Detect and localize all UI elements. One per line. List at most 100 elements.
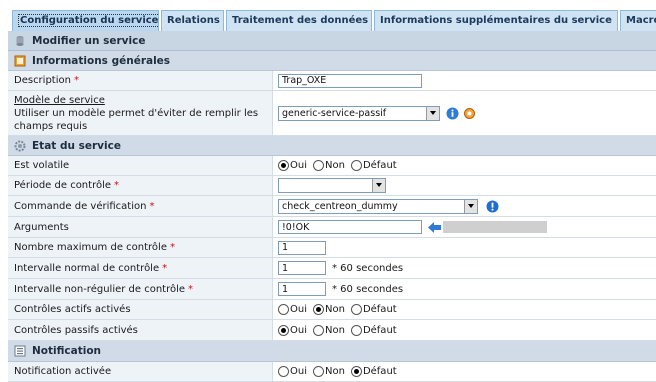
normal-interval-input[interactable] <box>278 261 326 275</box>
retry-interval-row: Intervalle non-régulier de contrôle* * 6… <box>8 279 656 300</box>
radio-label: Non <box>325 160 345 171</box>
required-mark: * <box>114 180 120 191</box>
tab-bar: Configuration du service Relations Trait… <box>0 0 656 31</box>
template-label-link[interactable]: Modèle de service <box>14 95 105 106</box>
retry-interval-input[interactable] <box>278 282 326 296</box>
section-notification-title: Notification <box>32 345 102 357</box>
radio-label: Oui <box>290 366 307 377</box>
radio-label: Non <box>325 324 345 336</box>
database-icon <box>16 35 24 46</box>
list-icon <box>14 345 26 357</box>
radio-label: Non <box>325 304 345 315</box>
check-period-select[interactable] <box>278 178 386 193</box>
notification-enabled-label: Notification activée <box>14 366 112 377</box>
notification-enabled-row: Notification activée Oui Non Défaut <box>8 362 656 382</box>
section-notification: Notification <box>8 341 656 362</box>
section-general-title: Informations générales <box>32 54 171 67</box>
tab-configuration-label: Configuration du service <box>18 14 159 27</box>
normal-interval-row: Intervalle normal de contrôle* * 60 seco… <box>8 258 656 279</box>
chevron-down-icon <box>464 199 477 213</box>
check-command-label: Commande de vérification <box>14 200 147 212</box>
radio-dot <box>278 304 289 315</box>
radio-dot <box>278 324 289 336</box>
form-title-text: Modifier un service <box>32 34 146 47</box>
active-checks-non-radio[interactable]: Non <box>313 304 345 315</box>
passive-checks-non-radio[interactable]: Non <box>313 324 345 336</box>
radio-label: Défaut <box>362 324 397 336</box>
passive-checks-oui-radio[interactable]: Oui <box>278 324 307 336</box>
template-select[interactable]: generic-service-passif <box>278 105 440 121</box>
gear-icon <box>14 140 26 151</box>
tab-macro-label: Macro <box>626 15 656 26</box>
required-mark: * <box>162 262 168 274</box>
radio-label: Défaut <box>362 366 397 377</box>
radio-dot <box>278 366 289 377</box>
radio-dot <box>278 160 289 171</box>
max-checks-row: Nombre maximum de contrôle * <box>8 238 656 258</box>
tab-macro[interactable]: Macro <box>620 10 656 31</box>
volatile-defaut-radio[interactable]: Défaut <box>350 160 397 171</box>
settings-icon[interactable] <box>463 107 476 120</box>
tab-relations-label: Relations <box>167 15 220 26</box>
service-form: Modifier un service Informations général… <box>8 31 656 382</box>
arrow-left-icon[interactable] <box>428 221 441 233</box>
description-label: Description <box>14 75 71 86</box>
arguments-label: Arguments <box>14 221 69 233</box>
tab-relations[interactable]: Relations <box>161 10 224 31</box>
volatile-non-radio[interactable]: Non <box>313 160 345 171</box>
radio-label: Défaut <box>362 160 397 171</box>
required-mark: * <box>149 200 155 212</box>
tab-extended-info-label: Informations supplémentaires du service <box>380 15 612 26</box>
tab-data-processing[interactable]: Traitement des données <box>226 10 372 31</box>
chevron-down-icon <box>426 106 439 120</box>
tab-extended-info[interactable]: Informations supplémentaires du service <box>374 10 618 31</box>
radio-dot <box>313 304 324 315</box>
radio-dot <box>350 324 362 336</box>
section-general: Informations générales <box>8 51 656 71</box>
notification-defaut-radio[interactable]: Défaut <box>350 366 397 377</box>
description-input[interactable] <box>278 73 422 88</box>
radio-label: Défaut <box>362 304 397 315</box>
retry-interval-label: Intervalle non-régulier de contrôle <box>14 283 186 295</box>
passive-checks-label: Contrôles passifs activés <box>14 324 138 336</box>
form-title: Modifier un service <box>8 31 656 50</box>
tab-configuration[interactable]: Configuration du service <box>12 10 159 31</box>
book-icon <box>14 55 26 66</box>
form-title-row: Modifier un service <box>8 31 656 51</box>
tab-data-processing-label: Traitement des données <box>232 15 369 26</box>
info-icon[interactable] <box>486 200 499 213</box>
chevron-down-icon <box>372 179 385 192</box>
active-checks-oui-radio[interactable]: Oui <box>278 304 307 315</box>
passive-checks-defaut-radio[interactable]: Défaut <box>350 324 397 336</box>
template-help-text: Utiliser un modèle permet d'éviter de re… <box>14 108 259 132</box>
check-command-select[interactable]: check_centreon_dummy <box>278 198 478 214</box>
arguments-row: Arguments <box>8 217 656 238</box>
active-checks-row: Contrôles actifs activés Oui Non Défaut <box>8 300 656 320</box>
check-period-row: Période de contrôle * <box>8 176 656 196</box>
normal-interval-label: Intervalle normal de contrôle <box>14 262 160 274</box>
radio-dot <box>350 366 362 377</box>
info-icon[interactable] <box>446 107 459 120</box>
radio-label: Oui <box>290 160 307 171</box>
arguments-example-box <box>443 221 547 233</box>
radio-label: Non <box>325 366 345 377</box>
radio-dot <box>313 160 324 171</box>
arguments-input[interactable] <box>278 220 422 234</box>
notification-oui-radio[interactable]: Oui <box>278 366 307 377</box>
max-checks-label: Nombre maximum de contrôle <box>14 242 167 253</box>
check-command-row: Commande de vérification * check_centreon… <box>8 196 656 217</box>
check-command-value: check_centreon_dummy <box>282 200 398 212</box>
max-checks-input[interactable] <box>278 240 326 255</box>
check-period-label: Période de contrôle <box>14 180 112 191</box>
radio-dot <box>313 366 324 377</box>
template-row: Modèle de service Utiliser un modèle per… <box>8 91 656 136</box>
section-state-title: Etat du service <box>32 139 121 152</box>
notification-non-radio[interactable]: Non <box>313 366 345 377</box>
volatile-oui-radio[interactable]: Oui <box>278 160 307 171</box>
retry-interval-unit: * 60 secondes <box>332 283 404 295</box>
required-mark: * <box>169 242 175 253</box>
active-checks-defaut-radio[interactable]: Défaut <box>350 304 397 315</box>
required-mark: * <box>188 283 194 295</box>
radio-label: Oui <box>290 324 307 336</box>
passive-checks-row: Contrôles passifs activés Oui Non Défaut <box>8 320 656 341</box>
